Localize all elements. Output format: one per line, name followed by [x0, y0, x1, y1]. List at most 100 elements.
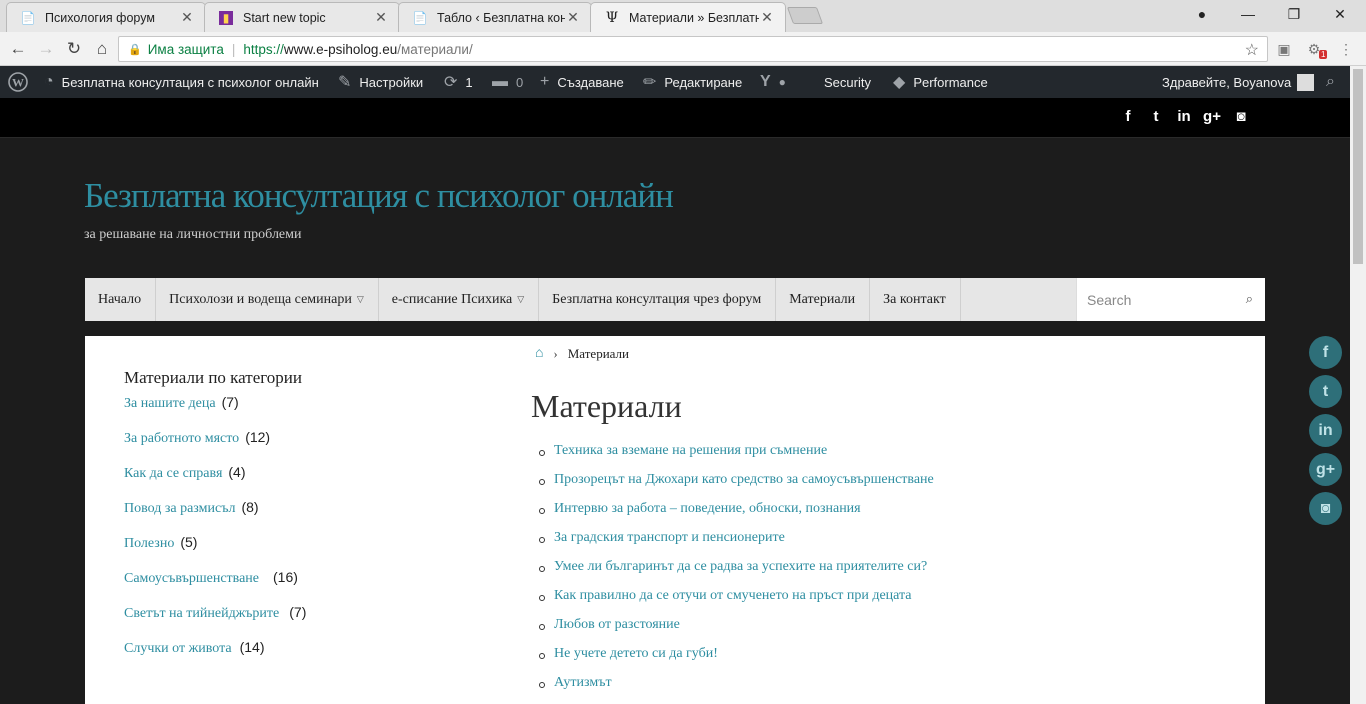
- list-item: Случки от живота (14): [124, 639, 306, 674]
- extension-icon[interactable]: ▣: [1274, 39, 1294, 59]
- breadcrumb: ⌂ › Материали: [535, 346, 629, 362]
- post-link[interactable]: Как правилно да се отучи от смученето на…: [554, 588, 912, 603]
- pencil-icon: ✏: [643, 74, 657, 91]
- category-link[interactable]: Светът на тийнейджърите: [124, 606, 279, 621]
- floating-twitter-icon[interactable]: t: [1309, 375, 1342, 408]
- category-count: (4): [228, 464, 246, 480]
- nav-item-magazine[interactable]: е-списание Психика ▽: [379, 278, 540, 321]
- facebook-icon[interactable]: f: [1118, 108, 1138, 125]
- post-list: Техника за вземане на решения при съмнен…: [539, 443, 934, 704]
- twitter-icon[interactable]: t: [1146, 108, 1166, 125]
- nav-item-contact[interactable]: За контакт: [870, 278, 961, 321]
- floating-googleplus-icon[interactable]: g+: [1309, 453, 1342, 486]
- admin-account[interactable]: Здравейте, Boyanova: [1162, 66, 1315, 98]
- page-title: Материали: [531, 388, 682, 424]
- back-icon[interactable]: ←: [6, 37, 30, 61]
- nav-item-materials[interactable]: Материали: [776, 278, 871, 321]
- nav-item-label: Психолози и водеща семинари: [169, 291, 352, 307]
- category-link[interactable]: Как да се справя: [124, 466, 222, 481]
- category-link[interactable]: За нашите деца: [124, 396, 216, 411]
- updates-icon: ⟳: [444, 74, 458, 91]
- category-link[interactable]: За работното място: [124, 431, 239, 446]
- googleplus-icon[interactable]: g+: [1202, 108, 1222, 125]
- post-link[interactable]: Интервю за работа – поведение, обноски, …: [554, 501, 861, 516]
- list-item: За работното място (12): [124, 429, 306, 464]
- admin-updates[interactable]: ⟳ 1: [444, 66, 473, 98]
- tab-close-icon[interactable]: ✕: [565, 9, 581, 26]
- post-link[interactable]: Прозорецът на Джохари като средство за с…: [554, 472, 934, 487]
- scrollbar-thumb[interactable]: [1353, 69, 1363, 264]
- tab-materials[interactable]: Ψ Материали » Безплатна ✕: [590, 2, 786, 32]
- list-item: Светът на тийнейджърите (7): [124, 604, 306, 639]
- post-link[interactable]: Техника за вземане на решения при съмнен…: [554, 443, 827, 458]
- restore-icon[interactable]: ❐: [1272, 0, 1316, 28]
- chevron-down-icon: ▽: [356, 294, 364, 304]
- admin-new[interactable]: + Създаване: [540, 66, 624, 98]
- post-link[interactable]: Аутизмът: [554, 675, 612, 690]
- avatar: [1297, 73, 1315, 91]
- plus-icon: +: [540, 73, 550, 90]
- profile-icon[interactable]: ●: [1180, 0, 1224, 28]
- wordpress-logo-icon[interactable]: W: [8, 66, 28, 98]
- yoast-seo-icon[interactable]: Y ●: [760, 66, 794, 98]
- admin-site-name[interactable]: ◔ Безплатна консултация с психолог онлай…: [44, 66, 319, 98]
- list-item: Полезно (5): [124, 534, 306, 569]
- page-scrollbar[interactable]: [1350, 66, 1366, 704]
- post-link[interactable]: За градския транспорт и пенсионерите: [554, 530, 785, 545]
- category-count: (5): [180, 534, 198, 550]
- new-tab-button[interactable]: [786, 7, 824, 24]
- address-bar[interactable]: 🔒 Има защита | https:// www.e-psiholog.e…: [118, 36, 1268, 62]
- bookmark-star-icon[interactable]: ☆: [1245, 40, 1259, 60]
- browser-toolbar: ← → ↻ ⌂ 🔒 Има защита | https:// www.e-ps…: [0, 32, 1366, 66]
- tab-close-icon[interactable]: ✕: [373, 9, 389, 26]
- chrome-menu-icon[interactable]: ⋮: [1336, 39, 1356, 59]
- reload-icon[interactable]: ↻: [62, 37, 86, 61]
- category-link[interactable]: Самоусъвършенстване: [124, 571, 259, 586]
- post-link[interactable]: Любов от разстояние: [554, 617, 680, 632]
- floating-facebook-icon[interactable]: f: [1309, 336, 1342, 369]
- admin-performance[interactable]: ◆ Performance: [893, 66, 988, 98]
- site-title[interactable]: Безплатна консултация с психолог онлайн: [84, 176, 674, 216]
- admin-security[interactable]: Security: [824, 66, 871, 98]
- nav-item-psychologists[interactable]: Психолози и водеща семинари ▽: [156, 278, 379, 321]
- category-link[interactable]: Полезно: [124, 536, 174, 551]
- tab-start-new-topic[interactable]: ▮ Start new topic ✕: [204, 2, 400, 32]
- home-icon[interactable]: ⌂: [535, 346, 543, 362]
- dashboard-gauge-icon: ◔: [44, 73, 54, 90]
- nav-item-home[interactable]: Начало: [85, 278, 157, 321]
- admin-edit-label: Редактиране: [664, 74, 743, 90]
- admin-search-icon[interactable]: ⌕: [1326, 66, 1335, 98]
- admin-comments[interactable]: ▬ 0: [492, 66, 523, 98]
- search-icon[interactable]: ⌕: [1246, 291, 1253, 307]
- post-link[interactable]: Не учете детето си да губи!: [554, 646, 718, 661]
- admin-edit[interactable]: ✏ Редактиране: [643, 66, 742, 98]
- tab-dashboard[interactable]: 📄 Табло ‹ Безплатна конс ✕: [398, 2, 592, 32]
- category-link[interactable]: Повод за размисъл: [124, 501, 235, 516]
- tab-psychology-forum[interactable]: 📄 Психология форум ✕: [6, 2, 206, 32]
- minimize-icon[interactable]: —: [1226, 0, 1270, 28]
- tab-close-icon[interactable]: ✕: [179, 9, 195, 26]
- admin-customize[interactable]: ✎ Настройки: [338, 66, 423, 98]
- home-icon[interactable]: ⌂: [90, 37, 114, 61]
- instagram-icon[interactable]: ◙: [1231, 108, 1251, 125]
- window-close-icon[interactable]: ✕: [1318, 0, 1362, 28]
- category-link[interactable]: Случки от живота: [124, 641, 232, 656]
- list-item: Как да се справя (4): [124, 464, 306, 499]
- list-item: Техника за вземане на решения при съмнен…: [539, 443, 934, 472]
- list-item: Интервю за работа – поведение, обноски, …: [539, 501, 934, 530]
- admin-greeting: Здравейте, Boyanova: [1162, 74, 1292, 90]
- post-link[interactable]: Умее ли българинът да се радва за успехи…: [554, 559, 927, 574]
- tab-close-icon[interactable]: ✕: [759, 9, 775, 26]
- forward-icon[interactable]: →: [34, 37, 58, 61]
- tab-title: Start new topic: [243, 10, 326, 25]
- nav-item-forum[interactable]: Безплатна консултация чрез форум: [539, 278, 777, 321]
- tab-title: Материали » Безплатна: [629, 10, 759, 25]
- admin-comments-count: 0: [516, 74, 524, 90]
- floating-linkedin-icon[interactable]: in: [1309, 414, 1342, 447]
- search-input[interactable]: Search ⌕: [1076, 278, 1265, 321]
- floating-instagram-icon[interactable]: ◙: [1309, 492, 1342, 525]
- linkedin-icon[interactable]: in: [1174, 108, 1194, 125]
- psi-favicon-icon: Ψ: [605, 9, 619, 26]
- categories-widget-title: Материали по категории: [124, 368, 302, 387]
- category-count: (12): [245, 429, 271, 445]
